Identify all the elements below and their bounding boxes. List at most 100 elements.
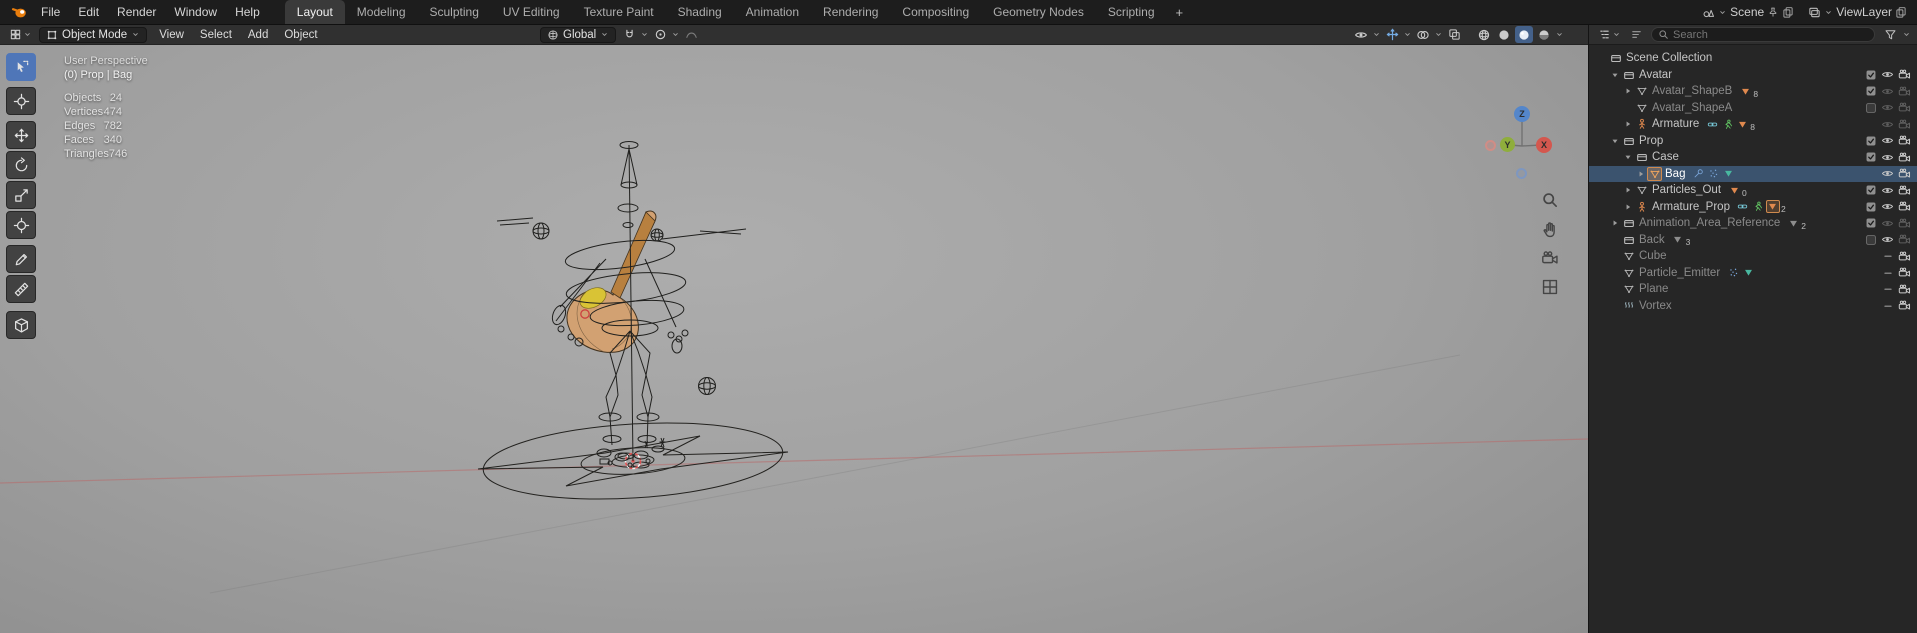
axis-z-handle[interactable]: Z — [1514, 106, 1530, 122]
shading-solid-button[interactable] — [1495, 26, 1513, 43]
eye-icon[interactable] — [1879, 217, 1896, 230]
overlays-dropdown[interactable] — [1414, 26, 1432, 43]
tool-rotate[interactable] — [6, 151, 36, 179]
camera-icon[interactable] — [1896, 101, 1913, 114]
exclude-checkbox[interactable] — [1862, 151, 1879, 163]
orientation-dropdown[interactable]: Global — [540, 27, 616, 43]
viewport-menu-view[interactable]: View — [151, 29, 192, 41]
outliner-row-scene-collection[interactable]: Scene Collection — [1589, 50, 1917, 67]
bag-mesh[interactable] — [567, 211, 656, 352]
outliner-row-armature-prop[interactable]: Armature_Prop2 — [1589, 199, 1917, 216]
expander-icon[interactable] — [1634, 169, 1647, 179]
workspace-tab-shading[interactable]: Shading — [666, 0, 734, 24]
viewlayer-selector[interactable]: ViewLayer — [1808, 5, 1907, 19]
exclude-checkbox[interactable] — [1862, 69, 1879, 81]
shading-wireframe-button[interactable] — [1475, 26, 1493, 43]
new-viewlayer-icon[interactable] — [1895, 6, 1907, 18]
tool-measure[interactable] — [6, 275, 36, 303]
camera-icon[interactable] — [1896, 217, 1913, 230]
axis-y-handle[interactable]: Y — [1500, 137, 1515, 152]
workspace-tab-rendering[interactable]: Rendering — [811, 0, 890, 24]
add-workspace-button[interactable]: + — [1167, 0, 1193, 24]
shading-material-button[interactable] — [1515, 26, 1533, 43]
camera-icon[interactable] — [1896, 184, 1913, 197]
workspace-tab-modeling[interactable]: Modeling — [345, 0, 418, 24]
tool-annotate[interactable] — [6, 245, 36, 273]
tool-transform[interactable] — [6, 211, 36, 239]
menu-file[interactable]: File — [32, 0, 69, 24]
camera-icon[interactable] — [1896, 283, 1913, 296]
expander-icon[interactable] — [1621, 152, 1634, 162]
axis-x-handle[interactable]: X — [1536, 137, 1552, 153]
tool-move[interactable] — [6, 121, 36, 149]
tool-scale[interactable] — [6, 181, 36, 209]
pin-icon[interactable] — [1767, 6, 1779, 18]
camera-icon[interactable] — [1896, 200, 1913, 213]
selectability-dropdown[interactable] — [1352, 26, 1370, 43]
menu-window[interactable]: Window — [165, 0, 226, 24]
outliner-row-prop[interactable]: Prop — [1589, 133, 1917, 150]
exclude-checkbox[interactable] — [1862, 234, 1879, 246]
exclude-checkbox[interactable] — [1862, 201, 1879, 213]
expander-icon[interactable] — [1621, 185, 1634, 195]
outliner-row-cube[interactable]: Cube — [1589, 248, 1917, 265]
menu-render[interactable]: Render — [108, 0, 165, 24]
exclude-checkbox[interactable] — [1862, 85, 1879, 97]
shading-rendered-button[interactable] — [1535, 26, 1553, 43]
outliner-row-plane[interactable]: Plane — [1589, 281, 1917, 298]
camera-view-icon[interactable] — [1541, 249, 1559, 267]
blender-logo-icon[interactable] — [11, 4, 27, 20]
exclude-checkbox[interactable] — [1862, 184, 1879, 196]
outliner-row-animation-area-reference[interactable]: Animation_Area_Reference2 — [1589, 215, 1917, 232]
exclude-checkbox[interactable] — [1862, 135, 1879, 147]
tool-cursor[interactable] — [6, 87, 36, 115]
gizmos-dropdown[interactable] — [1383, 26, 1401, 43]
eye-icon[interactable] — [1879, 167, 1896, 180]
navigation-gizmo[interactable]: Z Y X — [1482, 101, 1562, 185]
viewport-canvas[interactable] — [0, 45, 1588, 633]
expander-icon[interactable] — [1621, 202, 1634, 212]
workspace-tab-layout[interactable]: Layout — [285, 0, 345, 24]
outliner-row-avatar-shapeb[interactable]: Avatar_ShapeB8 — [1589, 83, 1917, 100]
camera-icon[interactable] — [1896, 118, 1913, 131]
display-mode-icon[interactable] — [1627, 26, 1645, 43]
exclude-checkbox[interactable] — [1862, 102, 1879, 114]
eye-icon[interactable] — [1879, 68, 1896, 81]
eye-icon[interactable] — [1879, 101, 1896, 114]
outliner-row-particle-emitter[interactable]: Particle_Emitter — [1589, 265, 1917, 282]
workspace-tab-sculpting[interactable]: Sculpting — [418, 0, 491, 24]
toggle-perspective-grid-icon[interactable] — [1541, 278, 1559, 296]
outliner-row-avatar[interactable]: Avatar — [1589, 67, 1917, 84]
outliner-row-case[interactable]: Case — [1589, 149, 1917, 166]
proportional-edit-toggle[interactable] — [651, 26, 669, 43]
mode-dropdown[interactable]: Object Mode — [39, 27, 147, 43]
expander-icon[interactable] — [1621, 86, 1634, 96]
axis-neg-x-handle[interactable] — [1485, 140, 1496, 151]
outliner-row-back[interactable]: Back3 — [1589, 232, 1917, 249]
camera-icon[interactable] — [1896, 233, 1913, 246]
tool-select-box[interactable] — [6, 53, 36, 81]
workspace-tab-uv-editing[interactable]: UV Editing — [491, 0, 572, 24]
camera-icon[interactable] — [1896, 151, 1913, 164]
workspace-tab-animation[interactable]: Animation — [734, 0, 811, 24]
menu-help[interactable]: Help — [226, 0, 269, 24]
viewport-menu-select[interactable]: Select — [192, 29, 240, 41]
pan-hand-icon[interactable] — [1541, 220, 1559, 238]
camera-icon[interactable] — [1896, 85, 1913, 98]
workspace-tab-compositing[interactable]: Compositing — [890, 0, 981, 24]
expander-icon[interactable] — [1608, 218, 1621, 228]
camera-icon[interactable] — [1896, 299, 1913, 312]
xray-toggle[interactable] — [1445, 26, 1463, 43]
camera-icon[interactable] — [1896, 134, 1913, 147]
outliner-row-avatar-shapea[interactable]: Avatar_ShapeA — [1589, 100, 1917, 117]
filter-funnel-icon[interactable] — [1881, 26, 1899, 43]
eye-icon[interactable] — [1879, 85, 1896, 98]
outliner-row-particles-out[interactable]: Particles_Out0 — [1589, 182, 1917, 199]
camera-icon[interactable] — [1896, 68, 1913, 81]
tool-add-cube[interactable] — [6, 311, 36, 339]
eye-icon[interactable] — [1879, 200, 1896, 213]
scene-selector[interactable]: Scene — [1702, 5, 1794, 19]
workspace-tab-scripting[interactable]: Scripting — [1096, 0, 1167, 24]
viewport-menu-add[interactable]: Add — [240, 29, 276, 41]
outliner-row-bag[interactable]: Bag — [1589, 166, 1917, 183]
